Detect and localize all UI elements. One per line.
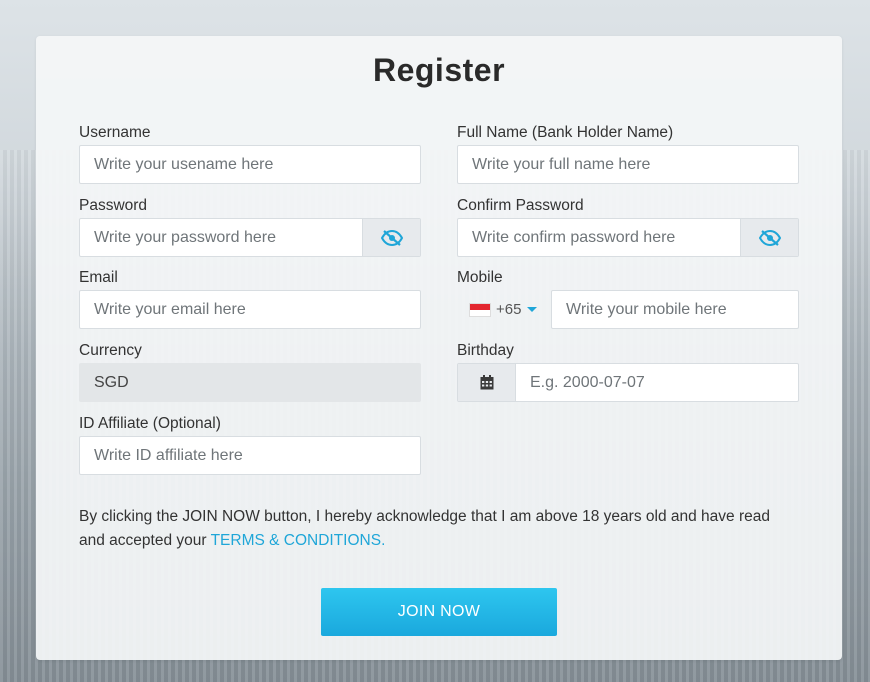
- username-input[interactable]: [80, 146, 420, 183]
- confirm-password-label: Confirm Password: [457, 197, 584, 214]
- disclaimer-text: By clicking the JOIN NOW button, I hereb…: [79, 508, 770, 549]
- confirm-password-input-wrap: [457, 218, 799, 257]
- confirm-password-field: Confirm Password: [457, 195, 799, 257]
- email-input-wrap: [79, 290, 421, 329]
- password-field: Password: [79, 195, 421, 257]
- fullname-input[interactable]: [458, 146, 798, 183]
- username-label: Username: [79, 124, 151, 141]
- register-card: Register Username Full Name (Bank Holder…: [36, 36, 842, 660]
- password-input[interactable]: [80, 219, 362, 256]
- confirm-password-input[interactable]: [458, 219, 740, 256]
- fullname-field: Full Name (Bank Holder Name): [457, 122, 799, 184]
- singapore-flag-icon: [469, 302, 491, 317]
- mobile-field: Mobile +65: [457, 267, 799, 329]
- country-code-value: +65: [496, 301, 522, 318]
- terms-link[interactable]: TERMS & CONDITIONS.: [211, 532, 386, 549]
- password-label: Password: [79, 197, 148, 214]
- affiliate-label: ID Affiliate (Optional): [79, 415, 221, 432]
- birthday-input-wrap: [457, 363, 799, 402]
- username-field: Username: [79, 122, 421, 184]
- currency-readonly: SGD: [79, 363, 421, 402]
- email-input[interactable]: [80, 291, 420, 328]
- page-title: Register: [372, 52, 506, 88]
- password-input-wrap: [79, 218, 421, 257]
- birthday-input[interactable]: [516, 364, 798, 401]
- currency-label: Currency: [79, 342, 142, 359]
- eye-slash-icon: [380, 229, 403, 246]
- email-field: Email: [79, 267, 421, 329]
- calendar-button[interactable]: [458, 364, 516, 401]
- currency-field: Currency SGD: [79, 340, 421, 402]
- birthday-label: Birthday: [457, 342, 514, 359]
- affiliate-input-wrap: [79, 436, 421, 475]
- terms-disclaimer: By clicking the JOIN NOW button, I hereb…: [79, 505, 799, 553]
- mobile-row: +65: [457, 290, 799, 329]
- birthday-field: Birthday: [457, 340, 799, 402]
- eye-slash-icon: [758, 229, 781, 246]
- mobile-input[interactable]: [552, 291, 798, 328]
- mobile-input-wrap: [551, 290, 799, 329]
- password-visibility-toggle[interactable]: [362, 219, 420, 256]
- affiliate-input[interactable]: [80, 437, 420, 474]
- join-now-button[interactable]: JOIN NOW: [321, 588, 557, 636]
- fullname-input-wrap: [457, 145, 799, 184]
- country-code-dropdown[interactable]: +65: [457, 290, 545, 329]
- username-input-wrap: [79, 145, 421, 184]
- affiliate-field: ID Affiliate (Optional): [79, 413, 421, 475]
- mobile-label: Mobile: [457, 269, 503, 286]
- email-label: Email: [79, 269, 118, 286]
- caret-down-icon: [527, 307, 538, 312]
- confirm-password-visibility-toggle[interactable]: [740, 219, 798, 256]
- currency-value: SGD: [94, 373, 129, 391]
- calendar-icon: [480, 375, 493, 390]
- fullname-label: Full Name (Bank Holder Name): [457, 124, 674, 141]
